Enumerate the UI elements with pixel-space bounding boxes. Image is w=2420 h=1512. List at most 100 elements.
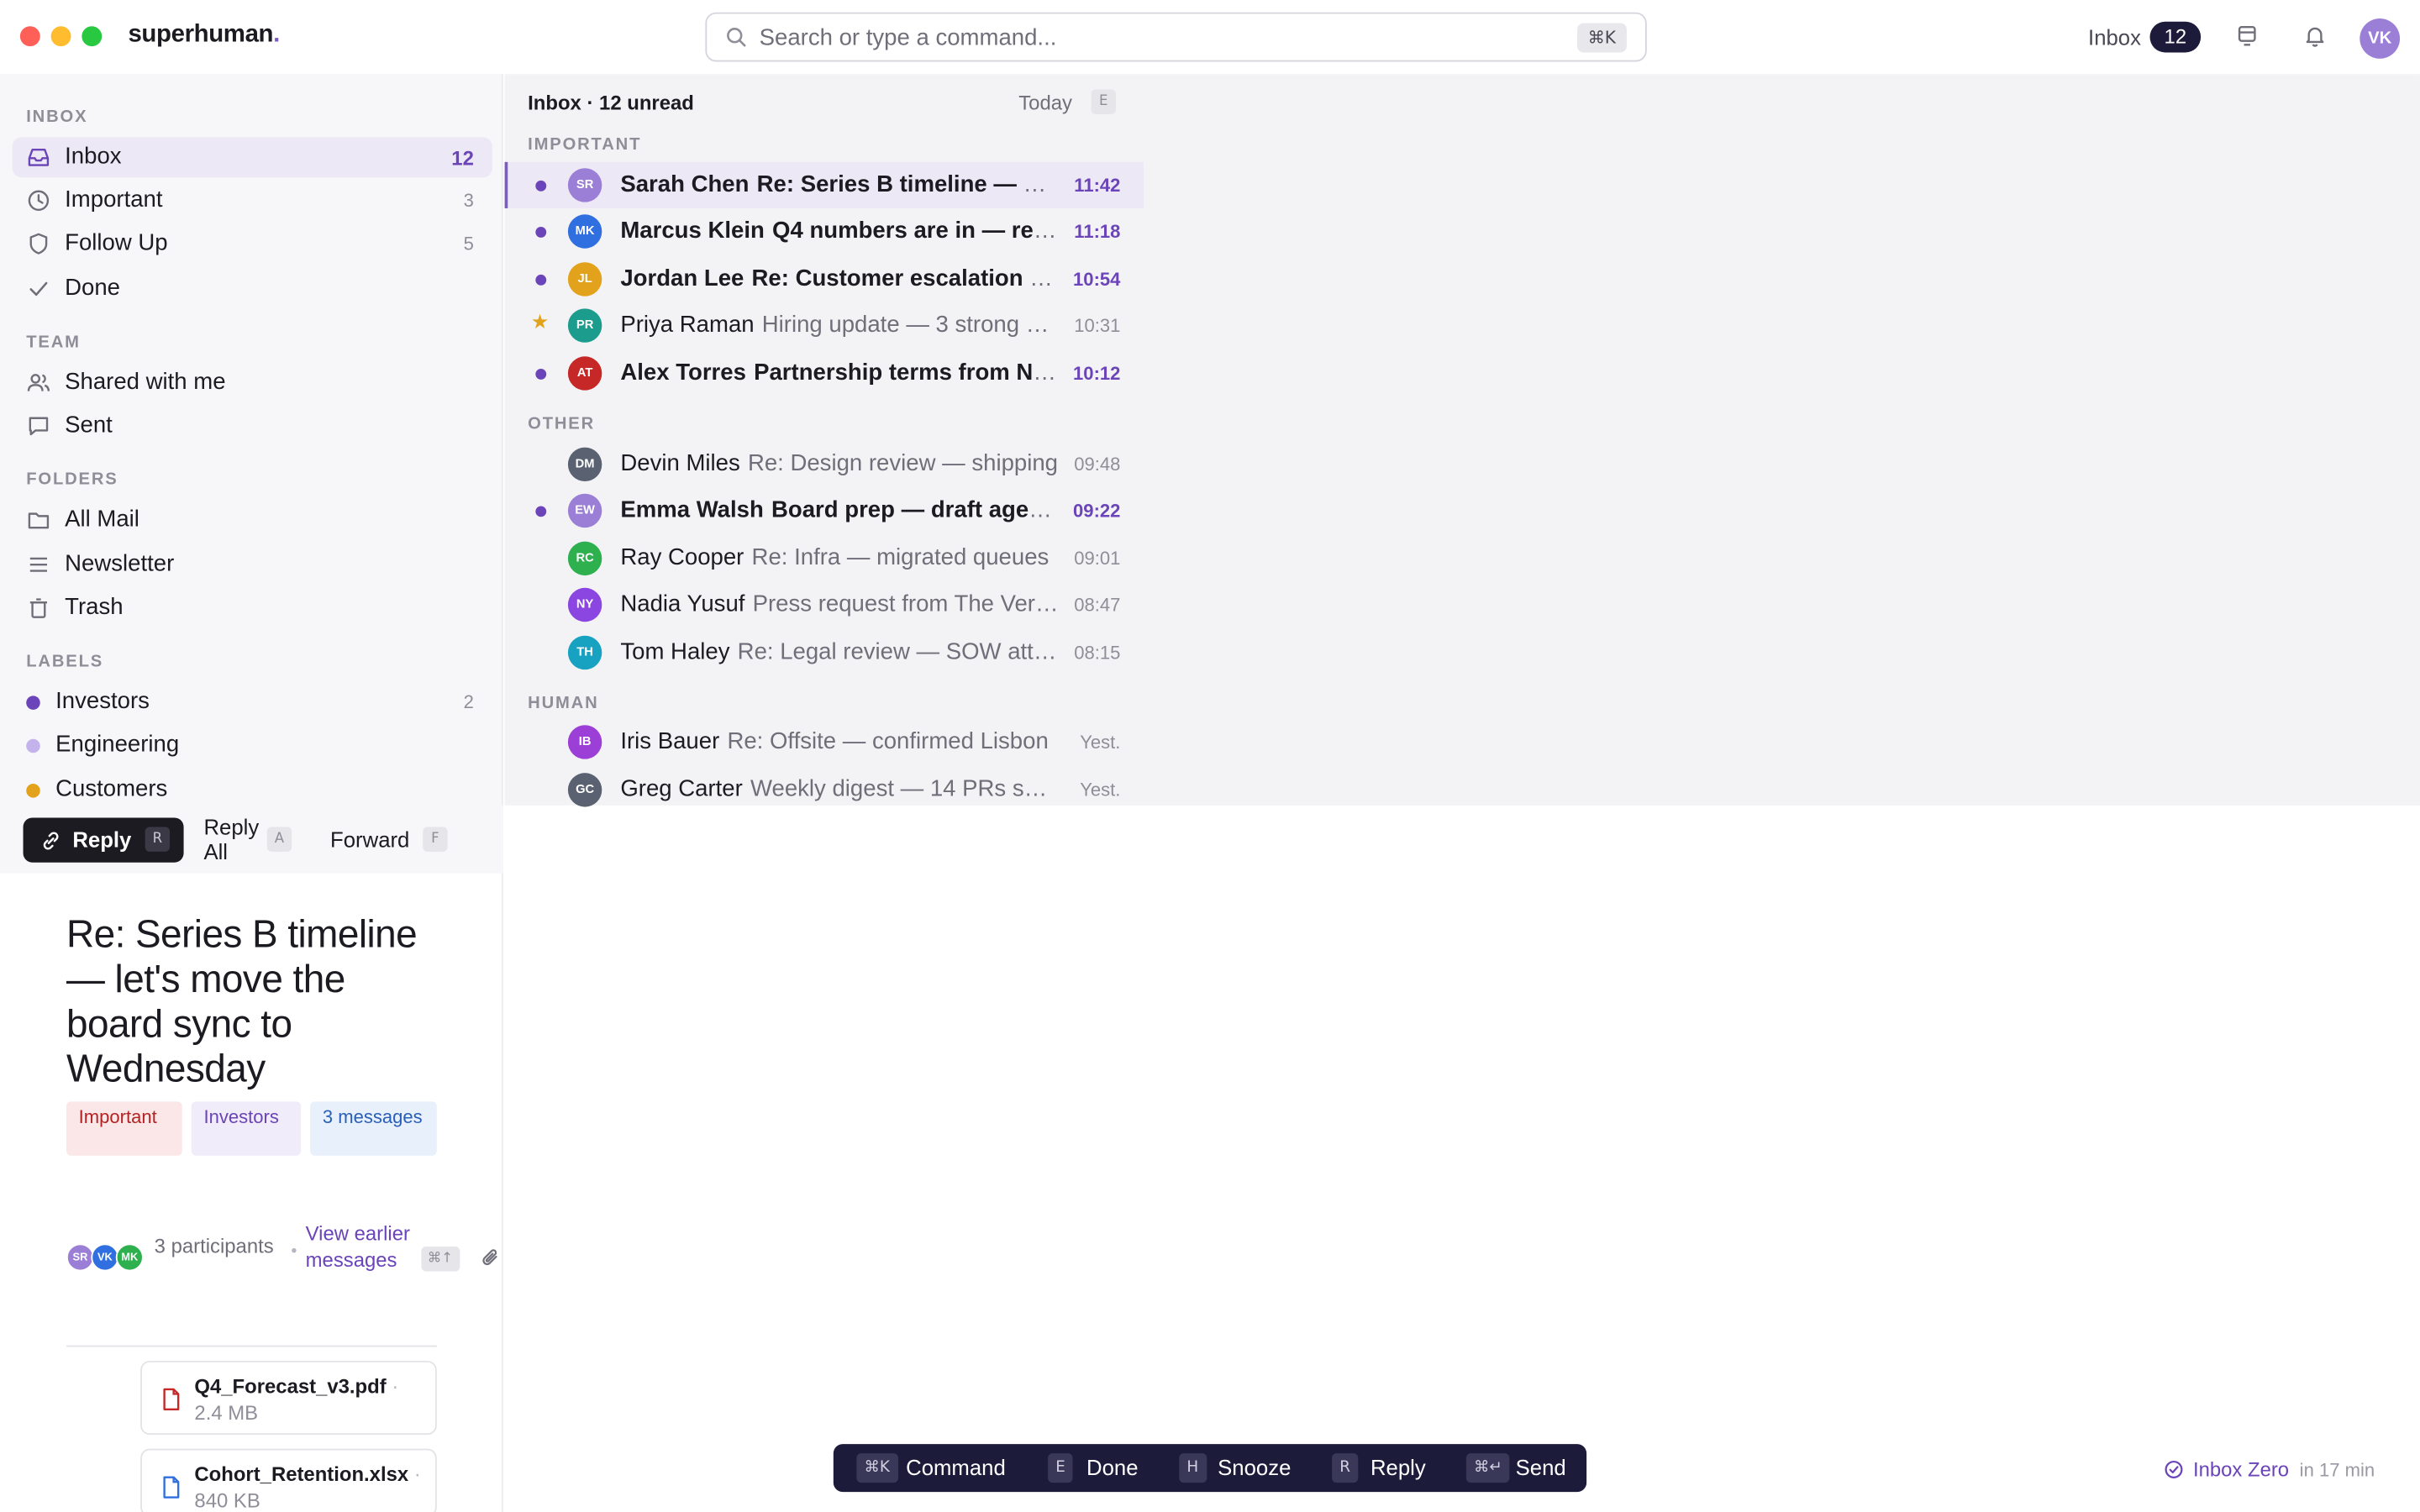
sidebar-label-engineering[interactable]: Engineering [13,725,492,765]
tag-important[interactable]: Important [66,1101,182,1156]
email-row[interactable]: AT Alex Torres Partnership terms from Nor… [505,350,1144,396]
email-subject: Weekly digest — 14 PRs shipped [750,775,1059,803]
reply-label: Reply [72,827,132,852]
users-icon [27,374,50,391]
email-sender: Iris Bauer [620,727,720,755]
reply-button[interactable]: Reply R [23,817,184,863]
search-input[interactable]: Search or type a command... ⌘K [705,12,1647,62]
separator-dot [292,1247,297,1253]
reply-command-label: Reply [1370,1455,1426,1480]
email-row[interactable]: NY Nadia Yusuf Press request from The Ver… [505,581,1144,627]
sidebar-item-label: Trash [65,594,124,621]
tag-investors[interactable]: Investors [191,1101,302,1156]
sidebar-item-trash[interactable]: Trash [13,588,492,628]
sidebar-section-folders: FOLDERS [26,470,118,490]
archive-icon[interactable] [2235,24,2260,48]
sidebar-item-follow-up[interactable]: Follow Up 5 [13,223,492,264]
sidebar-item-count: 12 [451,146,474,171]
sidebar-item-label: Done [65,274,121,302]
sidebar-section-inbox: INBOX [26,108,88,127]
window-maximize-button[interactable] [82,26,103,47]
participant-avatar: MK [115,1243,144,1272]
attachment-size: 2.4 MB [194,1400,259,1425]
attachment-size: 840 KB [194,1488,260,1512]
sidebar-item-done[interactable]: Done [13,269,492,309]
reader-action-bar: Reply R Reply All A Forward F [0,805,503,874]
email-sender: Marcus Klein [620,217,765,244]
email-time: Yest. [1080,779,1121,801]
unread-dot [535,226,547,238]
email-sender: Greg Carter [620,775,743,803]
sidebar-item-newsletter[interactable]: Newsletter [13,544,492,585]
email-sender: Devin Miles [620,450,740,477]
command-shortcut: ⌘K [856,1453,898,1483]
sidebar-item-shared-with-me[interactable]: Shared with me [13,363,492,403]
window-close-button[interactable] [19,26,40,47]
sidebar-item-label: Sent [65,412,113,438]
email-time: 11:18 [1074,220,1121,243]
email-subject: Re: Infra — migrated queues [751,544,1050,571]
email-row[interactable]: RC Ray Cooper Re: Infra — migrated queues… [505,535,1144,581]
sidebar-item-label: Newsletter [65,550,175,577]
participants-count: 3 participants [154,1234,274,1257]
email-row[interactable]: EW Emma Walsh Board prep — draft agenda 0… [505,487,1144,533]
attachment-card[interactable]: Cohort_Retention.xlsx · 840 KB [140,1448,437,1512]
email-row[interactable]: DM Devin Miles Re: Design review — shippi… [505,441,1144,487]
email-sender: Alex Torres [620,359,746,386]
email-row[interactable]: GC Greg Carter Weekly digest — 14 PRs shi… [505,767,1144,807]
list-date-filter[interactable]: Today [1018,91,1072,114]
attachment-card[interactable]: Q4_Forecast_v3.pdf · 2.4 MB [140,1360,437,1436]
done-shortcut: E [1048,1453,1074,1483]
trash-icon [29,598,48,618]
lines-icon [29,557,48,572]
sidebar-item-label: Inbox [65,143,122,171]
label-dot [26,738,40,753]
email-subject: Partnership terms from Northwind [754,359,1059,386]
email-row[interactable]: SR Sarah ChenRe: Series B timeline — boa… [504,161,1144,208]
send-shortcut: ⌘↵ [1465,1453,1511,1483]
send-label: Send [1515,1455,1566,1480]
email-subject: Press request from The Verge [752,591,1059,617]
sidebar-label-customers[interactable]: Customers [13,770,492,811]
paperclip-icon[interactable] [480,1247,502,1268]
sidebar-item-important[interactable]: Important 3 [13,181,492,221]
email-subject: Re: Offsite — confirmed Lisbon [727,727,1049,755]
email-subject: Board prep — draft agenda [771,496,1059,523]
star-icon[interactable]: ★ [531,312,549,335]
email-row[interactable]: ★ PR Priya Raman Hiring update — 3 strong… [505,302,1144,349]
participant-avatar: SR [66,1243,95,1272]
email-time: 09:01 [1074,548,1121,570]
email-row[interactable]: IB Iris Bauer Re: Offsite — confirmed Lis… [505,719,1144,765]
sidebar-item-all-mail[interactable]: All Mail [13,500,492,540]
view-earlier-shortcut: ⌘↑ [421,1247,460,1272]
bell-icon[interactable] [2302,24,2327,48]
sidebar-label-investors[interactable]: Investors 2 [13,682,492,722]
top-inbox-count-badge: 12 [2149,21,2202,53]
forward-button[interactable]: Forward [330,827,409,851]
window-minimize-button[interactable] [50,26,71,47]
sidebar-item-count: 2 [463,690,474,713]
sidebar-item-sent[interactable]: Sent [13,406,492,446]
sender-avatar: JL [567,262,602,297]
view-earlier-messages-link[interactable]: View earlier messages [306,1222,422,1273]
search-placeholder: Search or type a command... [759,24,1057,51]
reply-all-button[interactable]: Reply All [203,815,265,864]
user-avatar[interactable]: VK [2360,18,2401,59]
top-inbox-label[interactable]: Inbox [2088,24,2141,49]
sender-avatar: NY [567,587,602,622]
sidebar-item-count: 3 [463,189,474,212]
sidebar-item-inbox[interactable]: Inbox 12 [12,137,492,178]
snooze-label: Snooze [1218,1455,1292,1480]
email-row[interactable]: MK Marcus Klein Q4 numbers are in — revie… [505,208,1144,255]
reply-shortcut: R [145,827,171,852]
brand-logo: superhuman. [128,21,280,48]
email-row[interactable]: TH Tom Haley Re: Legal review — SOW attac… [505,629,1144,675]
email-time: Yest. [1080,731,1121,753]
email-time: 10:54 [1073,268,1121,291]
email-subject: Q4 numbers are in — review [772,217,1059,244]
tag-message-count[interactable]: 3 messages [310,1101,437,1156]
email-sender: Jordan Lee [620,265,744,292]
email-row[interactable]: JL Jordan Lee Re: Customer escalation thr… [505,256,1144,302]
snooze-shortcut: H [1179,1453,1207,1483]
sidebar: INBOX Inbox 12 Important 3 Follow Up 5 D… [0,74,503,806]
